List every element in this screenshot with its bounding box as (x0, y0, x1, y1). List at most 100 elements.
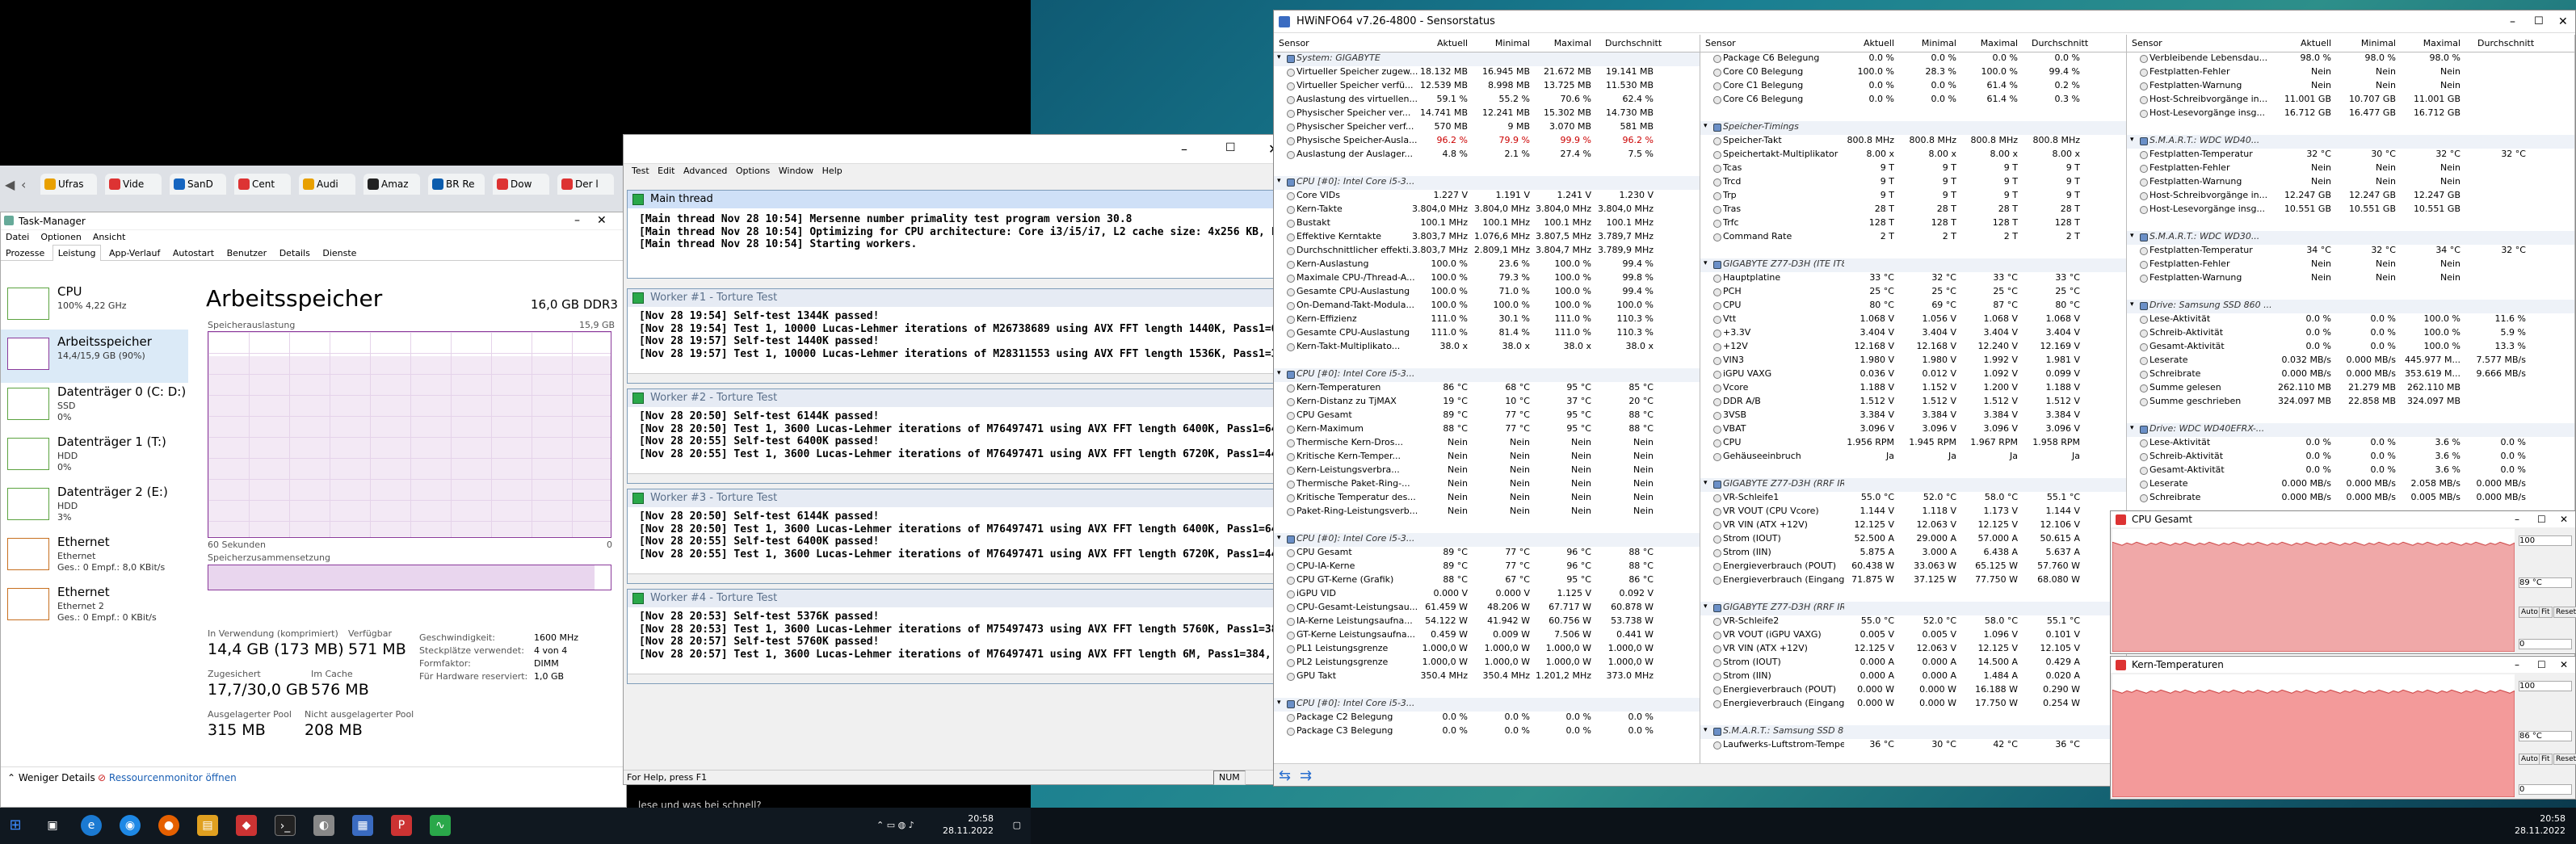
sensor-row[interactable]: Command Rate 2 T 2 T 2 T 2 T (1700, 231, 2126, 245)
collapse-icon[interactable]: ▾ (2130, 136, 2134, 144)
firefox-icon[interactable]: ● (158, 815, 179, 836)
sensor-group[interactable]: ▾ CPU [#0]: Intel Core i5-3... (1274, 368, 1700, 382)
sensor-row[interactable]: Trfc 128 T 128 T 128 T 128 T (1700, 217, 2126, 231)
sensor-row[interactable]: Kritische Kern-Temper... Nein Nein Nein Nein (1274, 451, 1700, 464)
graph-reset-button[interactable]: Reset (2553, 607, 2576, 618)
maximize-button[interactable]: ☐ (2534, 10, 2544, 33)
header-col[interactable]: Durchschnitt (2477, 38, 2534, 48)
windows-start-icon[interactable]: ⊞ (5, 815, 26, 836)
clock-secondary[interactable]: 20:58 28.11.2022 (2501, 813, 2565, 837)
sensor-row[interactable]: Gesamte CPU-Auslastung 100.0 % 71.0 % 100.0… (1274, 286, 1700, 300)
browser-tab[interactable]: Der l (557, 174, 614, 195)
sensor-row[interactable]: Trp 9 T 9 T 9 T 9 T (1700, 190, 2126, 204)
sensor-row[interactable]: Schreibrate 0.000 MB/s 0.000 MB/s 0.005 MB/… (2127, 492, 2574, 506)
minimize-button[interactable]: – (574, 214, 580, 227)
menu-window[interactable]: Window (779, 166, 813, 176)
sensor-row[interactable]: VIN3 1.980 V 1.980 V 1.992 V 1.981 V (1700, 355, 2126, 368)
sensor-row[interactable]: Core C6 Belegung 0.0 % 0.0 % 61.4 % 0.3 % (1700, 94, 2126, 107)
sensor-row[interactable]: Strom (IOUT) 52.500 A 29.000 A 57.000 A 50.6… (1700, 533, 2126, 547)
sensor-row[interactable]: Kern-Takt-Multiplikato... 38.0 x 38.0 x 38.… (1274, 341, 1700, 355)
graph-auto-button[interactable]: Auto (2519, 754, 2540, 765)
sensor-row[interactable]: PL1 Leistungsgrenze 1.000,0 W 1.000,0 W 1.0… (1274, 643, 1700, 657)
graph-fit-button[interactable]: Fit (2539, 754, 2553, 765)
browser-tab[interactable]: Amaz (363, 174, 420, 195)
sensor-row[interactable]: Schreib-Aktivität 0.0 % 0.0 % 3.6 % 0.0 % (2127, 451, 2574, 464)
app-icon[interactable]: ◐ (313, 815, 334, 836)
sensor-row[interactable]: Schreib-Aktivität 0.0 % 0.0 % 100.0 % 5.9 % (2127, 327, 2574, 341)
sensor-row[interactable]: Bustakt 100.1 MHz 100.1 MHz 100.1 MHz 100.1 … (1274, 217, 1700, 231)
sidebar-item[interactable]: Ethernet Ethernet 2 Ges.: 0 Empf.: 0 KBit/… (1, 580, 188, 633)
tab-dienste[interactable]: Dienste (317, 246, 361, 261)
sensor-row[interactable]: Host-Lesevorgänge insg... 16.712 GB 16.477… (2127, 107, 2574, 121)
sensor-row[interactable]: Kern-Distanz zu TjMAX 19 °C 10 °C 37 °C 20 °… (1274, 396, 1700, 409)
tab-autostart[interactable]: Autostart (168, 246, 219, 261)
sensor-group[interactable]: ▾ CPU [#0]: Intel Core i5-3... (1274, 533, 1700, 547)
collapse-icon[interactable]: ▾ (1704, 122, 1708, 130)
header-col[interactable]: Durchschnitt (1605, 38, 1662, 48)
prime95-taskbar-icon[interactable]: P (391, 815, 412, 836)
sensor-row[interactable]: Lese-Aktivität 0.0 % 0.0 % 3.6 % 0.0 % (2127, 437, 2574, 451)
sensor-row[interactable]: Speicher-Takt 800.8 MHz 800.8 MHz 800.8 MHz… (1700, 135, 2126, 149)
header-col[interactable]: Aktuell (1846, 38, 1894, 48)
maximize-button[interactable]: ☐ (1225, 141, 1236, 154)
sensor-row[interactable]: Lese-Aktivität 0.0 % 0.0 % 100.0 % 11.6 % (2127, 313, 2574, 327)
sensor-row[interactable]: GT-Kerne Leistungsaufna... 0.459 W 0.009 W… (1274, 629, 1700, 643)
clock[interactable]: 20:58 28.11.2022 (937, 813, 994, 837)
tab-leistung[interactable]: Leistung (52, 245, 102, 261)
sidebar-item[interactable]: Datenträger 2 (E:) HDD 3% (1, 480, 188, 533)
sensor-row[interactable]: Core C1 Belegung 0.0 % 0.0 % 61.4 % 0.2 % (1700, 80, 2126, 94)
sensor-row[interactable]: PCH 25 °C 25 °C 25 °C 25 °C (1700, 286, 2126, 300)
graph-auto-button[interactable]: Auto (2519, 607, 2540, 618)
browser-tab[interactable]: Dow (493, 174, 549, 195)
sensor-row[interactable]: Energieverbrauch (POUT) 0.000 W 0.000 W 16.… (1700, 684, 2126, 698)
browser-back-icon[interactable]: ◀ (5, 177, 15, 192)
header-col[interactable]: Minimal (1481, 38, 1530, 48)
sensor-row[interactable]: Host-Lesevorgänge insg... 10.551 GB 10.551… (2127, 204, 2574, 217)
sensor-row[interactable]: VR-Schleife2 55.0 °C 52.0 °C 58.0 °C 55.1 °C (1700, 615, 2126, 629)
menu-options[interactable]: Options (736, 166, 770, 176)
sensor-row[interactable]: CPU Gesamt 89 °C 77 °C 95 °C 88 °C (1274, 409, 1700, 423)
minimize-button[interactable]: – (2515, 511, 2519, 527)
horizontal-scrollbar[interactable] (628, 674, 1292, 683)
sensor-row[interactable]: DDR A/B 1.512 V 1.512 V 1.512 V 1.512 V (1700, 396, 2126, 409)
browser-tab[interactable]: Vide (105, 174, 162, 195)
sensor-row[interactable]: Effektive Kerntakte 3.803,7 MHz 1.076,6 MH… (1274, 231, 1700, 245)
menu-edit[interactable]: Edit (658, 166, 674, 176)
edge-browser-icon[interactable]: e (81, 815, 102, 836)
header-sensor[interactable]: Sensor (2132, 38, 2162, 48)
tab-details[interactable]: Details (275, 246, 315, 261)
header-sensor[interactable]: Sensor (1279, 38, 1309, 48)
sensor-row[interactable]: Strom (IIN) 0.000 A 0.000 A 1.484 A 0.020 A (1700, 670, 2126, 684)
sensor-row[interactable]: Vtt 1.068 V 1.056 V 1.068 V 1.068 V (1700, 313, 2126, 327)
maximize-button[interactable]: ☐ (2537, 657, 2546, 673)
sensor-row[interactable]: GPU Takt 350.4 MHz 350.4 MHz 1.201,2 MHz 373… (1274, 670, 1700, 684)
sidebar-item[interactable]: CPU 100% 4,22 GHz (1, 279, 188, 333)
sensor-row[interactable]: Durchschnittlicher effekti... 3.803,7 MHz… (1274, 245, 1700, 258)
arrow-left-icon[interactable]: ⇆ (1279, 767, 1291, 784)
sensor-row[interactable]: +3.3V 3.404 V 3.404 V 3.404 V 3.404 V (1700, 327, 2126, 341)
sensor-row[interactable]: Kern-Temperaturen 86 °C 68 °C 95 °C 85 °C (1274, 382, 1700, 396)
terminal-icon[interactable]: ›_ (275, 815, 296, 836)
sensor-group[interactable]: ▾ GIGABYTE Z77-D3H (RRF IR3564) (1700, 602, 2126, 615)
sensor-row[interactable]: VR VOUT (CPU Vcore) 1.144 V 1.118 V 1.173 V… (1700, 506, 2126, 519)
collapse-icon[interactable]: ▾ (1277, 177, 1281, 185)
sensor-row[interactable]: Gehäuseeinbruch Ja Ja Ja Ja (1700, 451, 2126, 464)
collapse-icon[interactable]: ▾ (1704, 479, 1708, 487)
sensor-row[interactable]: Festplatten-Fehler Nein Nein Nein (2127, 66, 2574, 80)
sensor-row[interactable]: Kritische Temperatur des... Nein Nein Nein N… (1274, 492, 1700, 506)
sensor-group[interactable]: ▾ System: GIGABYTE (1274, 52, 1700, 66)
sidebar-item[interactable]: Datenträger 1 (T:) HDD 0% (1, 430, 188, 483)
sensor-group[interactable]: ▾ Speicher-Timings (1700, 121, 2126, 135)
task-view-icon[interactable]: ▣ (42, 815, 63, 836)
sidebar-item[interactable]: Datenträger 0 (C: D:) SSD 0% (1, 380, 188, 433)
sensor-row[interactable]: Hauptplatine 33 °C 32 °C 33 °C 33 °C (1700, 272, 2126, 286)
sensor-row[interactable]: VR VIN (ATX +12V) 12.125 V 12.063 V 12.125 … (1700, 519, 2126, 533)
system-tray-icons[interactable]: ⌃ ▭ ◍ ♪ (876, 819, 941, 831)
sensor-row[interactable]: Package C6 Belegung 0.0 % 0.0 % 0.0 % 0.0 % (1700, 52, 2126, 66)
collapse-icon[interactable]: ▾ (2130, 424, 2134, 432)
header-col[interactable]: Maximal (1543, 38, 1591, 48)
sensor-row[interactable]: Thermische Kern-Dros... Nein Nein Nein Nein (1274, 437, 1700, 451)
sensor-row[interactable]: CPU GT-Kerne (Grafik) 88 °C 67 °C 95 °C 86 °… (1274, 574, 1700, 588)
sensor-row[interactable]: Verbleibende Lebensdau... 98.0 % 98.0 % 98.… (2127, 52, 2574, 66)
worker-window[interactable]: Worker #1 - Torture Test [Nov 28 19:54] S… (627, 288, 1292, 384)
